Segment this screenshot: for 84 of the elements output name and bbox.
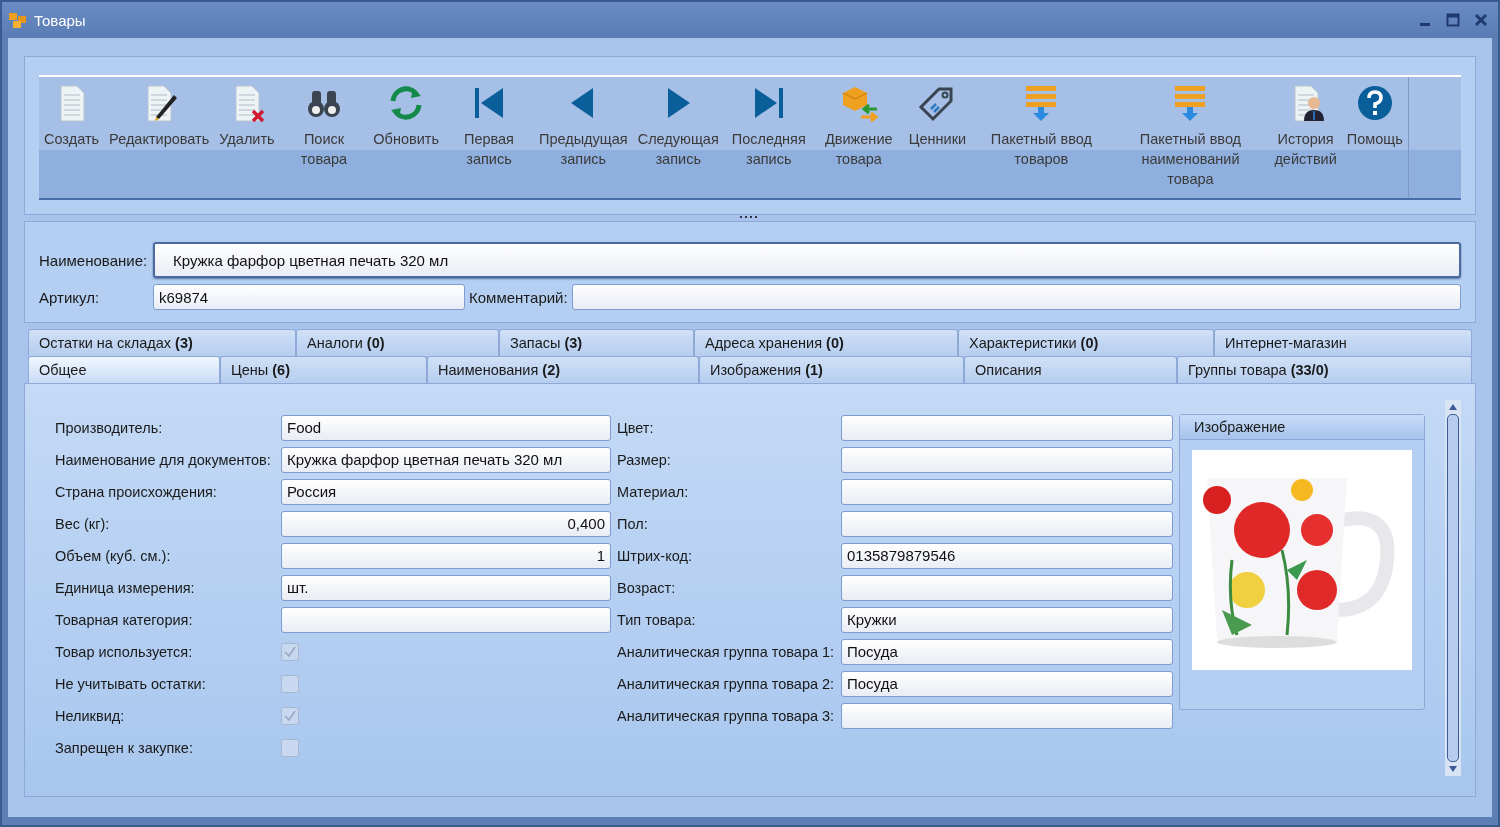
field-label: Товар используется: [55,643,194,660]
checkbox[interactable] [281,674,299,693]
tab[interactable]: Аналоги (0) [296,329,499,356]
toolbar-button[interactable]: Пакетный ввод товаров [971,77,1112,169]
input-field[interactable] [841,414,1173,441]
article-field[interactable]: k69874 [153,284,465,310]
tab[interactable]: Изображения (1) [699,356,964,383]
input-field[interactable]: 0,400 [281,510,611,537]
scroll-down-icon[interactable] [1448,765,1459,773]
close-icon[interactable] [1474,13,1488,27]
field-label: Материал: [617,483,690,500]
input-field[interactable] [841,702,1173,729]
input-field[interactable]: 0135879879546 [841,542,1173,569]
scroll-up-icon[interactable] [1448,403,1459,411]
scrollbar[interactable] [1445,400,1461,776]
field-label: Аналитическая группа товара 1: [617,643,836,660]
field-label: Возраст: [617,579,677,596]
input-field[interactable] [841,446,1173,473]
tab[interactable]: Наименования (2) [427,356,699,383]
toolbar-button[interactable]: Поиск товара [279,77,369,169]
window-title: Товары [34,11,86,29]
field-label: Цвет: [617,419,655,436]
toolbar-button[interactable]: Создать [39,77,105,149]
field-label: Единица измерения: [55,579,196,596]
toolbar-button[interactable]: Пакетный ввод наименований товара [1111,77,1270,189]
field-label: Комментарий: [469,288,568,306]
tab[interactable]: Характеристики (0) [958,329,1214,356]
toolbar-button[interactable]: Предыдущая запись [534,77,633,169]
tab[interactable]: Общее [28,356,220,383]
checkbox[interactable] [281,738,299,757]
tab[interactable]: Интернет-магазин [1214,329,1472,356]
splitter-grip-icon[interactable] [740,216,760,219]
input-field[interactable]: Кружки [841,606,1173,633]
checkbox[interactable] [281,706,299,725]
maximize-icon[interactable] [1446,13,1460,27]
field-label: Штрих-код: [617,547,693,564]
field-label: Тип товара: [617,611,697,628]
tab[interactable]: Запасы (3) [499,329,694,356]
toolbar-button[interactable]: Движение товара [813,77,904,169]
input-field[interactable]: Посуда [841,670,1173,697]
field-label: Не учитывать остатки: [55,675,207,692]
input-field[interactable]: шт. [281,574,611,601]
field-label: Страна происхождения: [55,483,218,500]
field-label: Размер: [617,451,672,468]
input-field[interactable]: Россия [281,478,611,505]
input-field[interactable]: Food [281,414,611,441]
toolbar-button[interactable]: История действий [1269,77,1342,169]
input-field[interactable] [841,478,1173,505]
tab[interactable]: Описания [964,356,1177,383]
input-field[interactable]: 1 [281,542,611,569]
toolbar-button[interactable]: Обновить [368,77,444,149]
input-field[interactable] [841,574,1173,601]
toolbar-button[interactable]: Помощь [1341,77,1408,149]
field-label: Вес (кг): [55,515,111,532]
input-field[interactable] [281,606,611,633]
toolbar-button[interactable]: Удалить [214,77,280,149]
field-label: Объем (куб. см.): [55,547,172,564]
field-label: Товарная категория: [55,611,194,628]
field-label: Наименование: [39,251,149,269]
boxes-icon [8,11,28,29]
field-label: Наименование для документов: [55,451,272,468]
input-field[interactable]: Кружка фарфор цветная печать 320 мл [281,446,611,473]
field-label: Аналитическая группа товара 3: [617,707,836,724]
tab[interactable]: Остатки на складах (3) [28,329,296,356]
field-label: Неликвид: [55,707,126,724]
panel-title: Изображение [1180,415,1425,440]
toolbar-button[interactable]: Последняя запись [723,77,814,169]
name-field[interactable]: Кружка фарфор цветная печать 320 мл [153,242,1461,278]
field-label: Производитель: [55,419,164,436]
field-label: Пол: [617,515,649,532]
input-field[interactable] [841,510,1173,537]
tab[interactable]: Цены (6) [220,356,427,383]
tab[interactable]: Адреса хранения (0) [694,329,958,356]
comment-field[interactable] [571,284,1461,310]
field-label: Запрещен к закупке: [55,739,194,756]
toolbar-button[interactable]: Следующая запись [632,77,724,169]
toolbar-button[interactable]: Ценники [903,77,972,149]
field-label: Артикул: [39,288,101,306]
toolbar-button[interactable]: Редактировать [104,77,215,149]
field-label: Аналитическая группа товара 2: [617,675,836,692]
input-field[interactable]: Посуда [841,638,1173,665]
checkbox[interactable] [281,642,299,661]
toolbar-button[interactable]: Первая запись [444,77,534,169]
tab[interactable]: Группы товара (33/0) [1177,356,1472,383]
